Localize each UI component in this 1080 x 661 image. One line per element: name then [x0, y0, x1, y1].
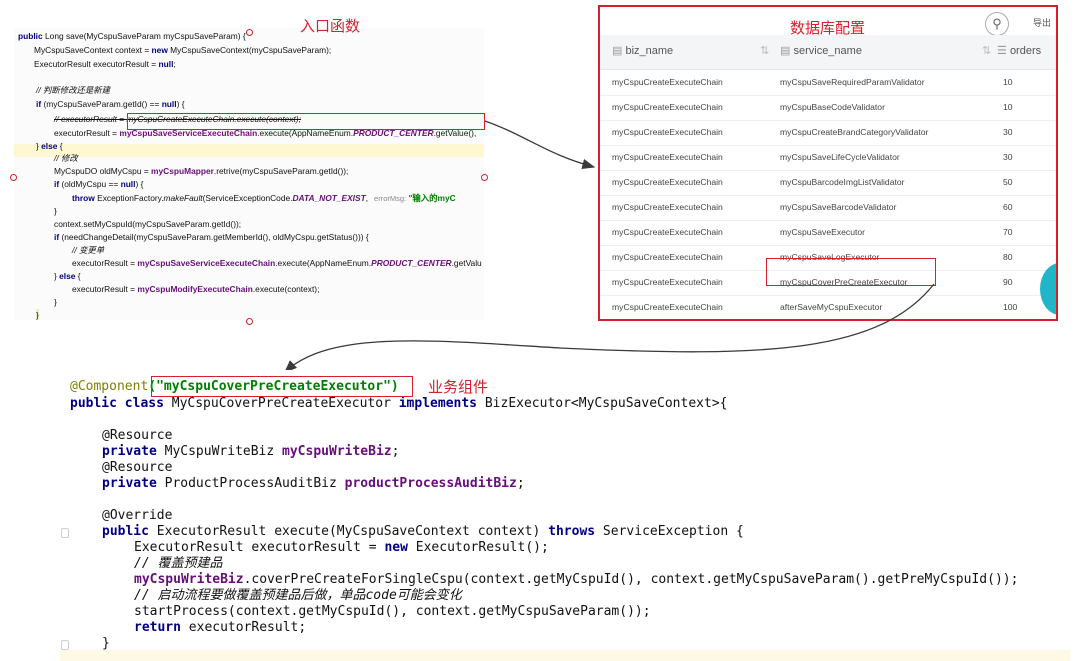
arrow-code-to-db [484, 120, 596, 170]
code-line: private ProductProcessAuditBiz productPr… [102, 476, 525, 491]
business-component-label: 业务组件 [428, 379, 489, 396]
code-annotation: @Resource [102, 460, 173, 475]
code-line: public class MyCspuCoverPreCreateExecuto… [70, 396, 728, 411]
code-comment: // 覆盖预建品 [134, 556, 223, 571]
code-line: ExecutorResult executorResult = new Exec… [134, 540, 549, 555]
fold-marker[interactable] [61, 528, 69, 538]
code-line: startProcess(context.getMyCspuId(), cont… [134, 604, 651, 619]
current-line-band [60, 650, 1070, 661]
component-name-highlight-box [151, 376, 413, 397]
code-line: public ExecutorResult execute(MyCspuSave… [102, 524, 744, 539]
code-annotation: @Override [102, 508, 173, 523]
fold-marker[interactable] [61, 640, 69, 650]
code-comment: // 启动流程要做覆盖预建品后做，单品code可能会变化 [134, 588, 462, 603]
code-line: myCspuWriteBiz.coverPreCreateForSingleCs… [134, 572, 1019, 587]
business-component-code-panel: @Component("myCspuCoverPreCreateExecutor… [60, 370, 1070, 661]
code-annotation: @Resource [102, 428, 173, 443]
code-line: return executorResult; [134, 620, 307, 635]
arrow-db-to-component [284, 283, 935, 373]
code-line: private MyCspuWriteBiz myCspuWriteBiz; [102, 444, 400, 459]
